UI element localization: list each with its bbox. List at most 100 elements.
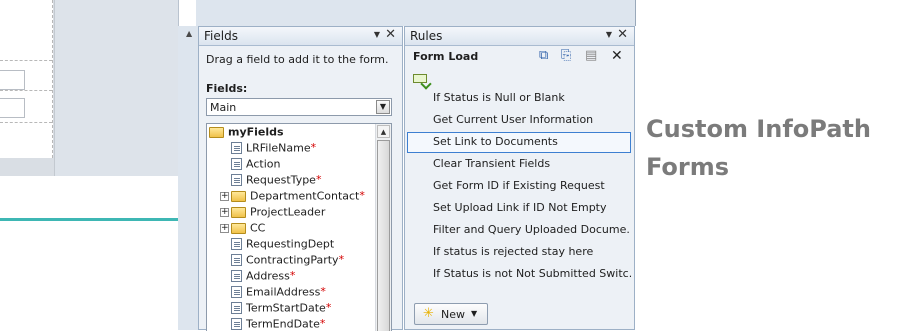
required-marker: *: [325, 301, 332, 314]
tree-item[interactable]: RequestingDept: [220, 237, 334, 253]
chevron-down-icon[interactable]: ▼: [374, 30, 380, 39]
fields-tree[interactable]: ▲ myFields LRFileName* Action RequestType* +…: [206, 123, 392, 331]
chevron-down-icon: ▼: [471, 309, 478, 318]
delete-icon[interactable]: ✕: [611, 48, 623, 64]
tree-item-label: ContractingParty: [246, 253, 339, 267]
fields-pane: Fields ▼ ✕ Drag a field to add it to the…: [198, 26, 403, 331]
field-icon: [231, 302, 242, 314]
chevron-down-icon[interactable]: ▼: [376, 100, 390, 114]
folder-icon: [231, 190, 246, 202]
tree-item-label: LRFileName: [246, 141, 311, 155]
tree-item-label: TermStartDate: [246, 301, 326, 315]
required-marker: *: [310, 141, 317, 154]
required-marker: *: [289, 269, 296, 282]
tree-item-label: ProjectLeader: [250, 205, 326, 219]
field-icon: [231, 238, 242, 250]
caption-line-2: Forms: [646, 153, 730, 181]
close-icon[interactable]: ✕: [385, 27, 396, 42]
field-icon: [231, 318, 242, 330]
table-row-divider: [0, 90, 52, 91]
copy-icon[interactable]: ⧉: [539, 48, 548, 63]
table-row-divider: [0, 122, 52, 123]
rule-item[interactable]: Set Upload Link if ID Not Empty: [407, 198, 631, 219]
required-marker: *: [320, 285, 326, 298]
datasource-value: Main: [210, 101, 237, 114]
tree-item[interactable]: LRFileName*: [220, 141, 316, 157]
field-icon: [231, 142, 242, 154]
scroll-up-icon[interactable]: ▲: [377, 125, 390, 138]
field-icon: [231, 174, 242, 186]
tree-item[interactable]: ContractingParty*: [220, 253, 344, 269]
new-button-label: New: [441, 308, 465, 321]
tree-item-label: TermEndDate: [246, 317, 320, 331]
field-icon: [231, 286, 242, 298]
form-textbox[interactable]: [0, 98, 25, 118]
tree-item-label: RequestingDept: [246, 237, 335, 251]
datasource-select[interactable]: Main ▼: [206, 98, 392, 116]
tree-item[interactable]: Address*: [220, 269, 295, 285]
rule-item[interactable]: If Status is not Not Submitted Switc...: [407, 264, 631, 285]
collapsed-pane-strip[interactable]: ▲: [178, 26, 198, 330]
tree-item[interactable]: myFields: [209, 125, 284, 141]
close-icon[interactable]: ✕: [617, 27, 628, 42]
tree-item[interactable]: TermEndDate*: [220, 317, 325, 331]
field-icon: [231, 270, 242, 282]
fields-pane-titlebar: Fields ▼ ✕: [199, 27, 402, 46]
fields-pane-title: Fields: [204, 29, 238, 43]
rules-pane: Rules ▼ ✕ Form Load ⧉ ⎘ ▤ ✕ If Status is…: [404, 26, 635, 330]
tree-item-label: CC: [250, 221, 266, 235]
expand-icon[interactable]: +: [220, 207, 229, 217]
tree-item[interactable]: + ProjectLeader: [220, 205, 325, 221]
chevron-up-icon[interactable]: ▲: [186, 29, 192, 38]
new-rule-button[interactable]: ✳ New ▼: [414, 303, 488, 325]
form-design-canvas[interactable]: [0, 0, 179, 330]
tree-item-label: myFields: [228, 125, 284, 139]
tree-item[interactable]: RequestType*: [220, 173, 321, 189]
expand-icon[interactable]: +: [220, 191, 229, 201]
form-section[interactable]: [0, 176, 178, 330]
tree-item-label: Address: [246, 269, 290, 283]
folder-icon: [231, 222, 246, 234]
caption-line-1: Custom InfoPath: [646, 115, 871, 143]
clipboard-icon[interactable]: ▤: [585, 48, 597, 63]
rule-item[interactable]: Clear Transient Fields: [407, 154, 631, 175]
rule-item[interactable]: Set Link to Documents: [407, 132, 631, 153]
tree-item[interactable]: EmailAddress*: [220, 285, 326, 301]
add-rule-icon[interactable]: [413, 74, 427, 83]
tree-item[interactable]: TermStartDate*: [220, 301, 331, 317]
tree-scrollbar[interactable]: ▲: [375, 124, 391, 331]
paste-icon[interactable]: ⎘: [561, 48, 571, 63]
folder-icon: [209, 126, 224, 138]
rule-item[interactable]: If status is rejected stay here: [407, 242, 631, 263]
tree-item-label: EmailAddress: [246, 285, 321, 299]
field-icon: [231, 254, 242, 266]
rules-event-title: Form Load: [413, 50, 479, 63]
section-accent-line: [0, 218, 178, 221]
rule-item[interactable]: Filter and Query Uploaded Docume...: [407, 220, 631, 241]
required-marker: *: [359, 189, 365, 202]
rules-pane-title: Rules: [410, 29, 443, 43]
required-marker: *: [319, 317, 326, 330]
form-textbox[interactable]: [0, 70, 25, 90]
tree-item[interactable]: + CC: [220, 221, 265, 237]
caption: Custom InfoPath Forms: [646, 110, 896, 186]
required-marker: *: [315, 173, 322, 186]
chevron-down-icon[interactable]: ▼: [606, 30, 612, 39]
rule-item[interactable]: Get Current User Information: [407, 110, 631, 131]
table-row-divider: [0, 60, 52, 61]
expand-icon[interactable]: +: [220, 223, 229, 233]
rule-item[interactable]: If Status is Null or Blank: [407, 88, 631, 109]
rules-pane-titlebar: Rules ▼ ✕: [405, 27, 634, 46]
folder-icon: [231, 206, 246, 218]
tree-item[interactable]: + DepartmentContact*: [220, 189, 365, 205]
fields-label: Fields:: [206, 82, 248, 95]
tree-item-label: DepartmentContact: [250, 189, 360, 203]
required-marker: *: [338, 253, 345, 266]
tree-item-label: RequestType: [246, 173, 316, 187]
fields-hint: Drag a field to add it to the form.: [206, 53, 389, 66]
canvas-divider: [54, 0, 55, 176]
rule-item[interactable]: Get Form ID if Existing Request: [407, 176, 631, 197]
tree-item[interactable]: Action: [220, 157, 280, 173]
scrollbar-thumb[interactable]: [377, 140, 390, 331]
field-icon: [231, 158, 242, 170]
